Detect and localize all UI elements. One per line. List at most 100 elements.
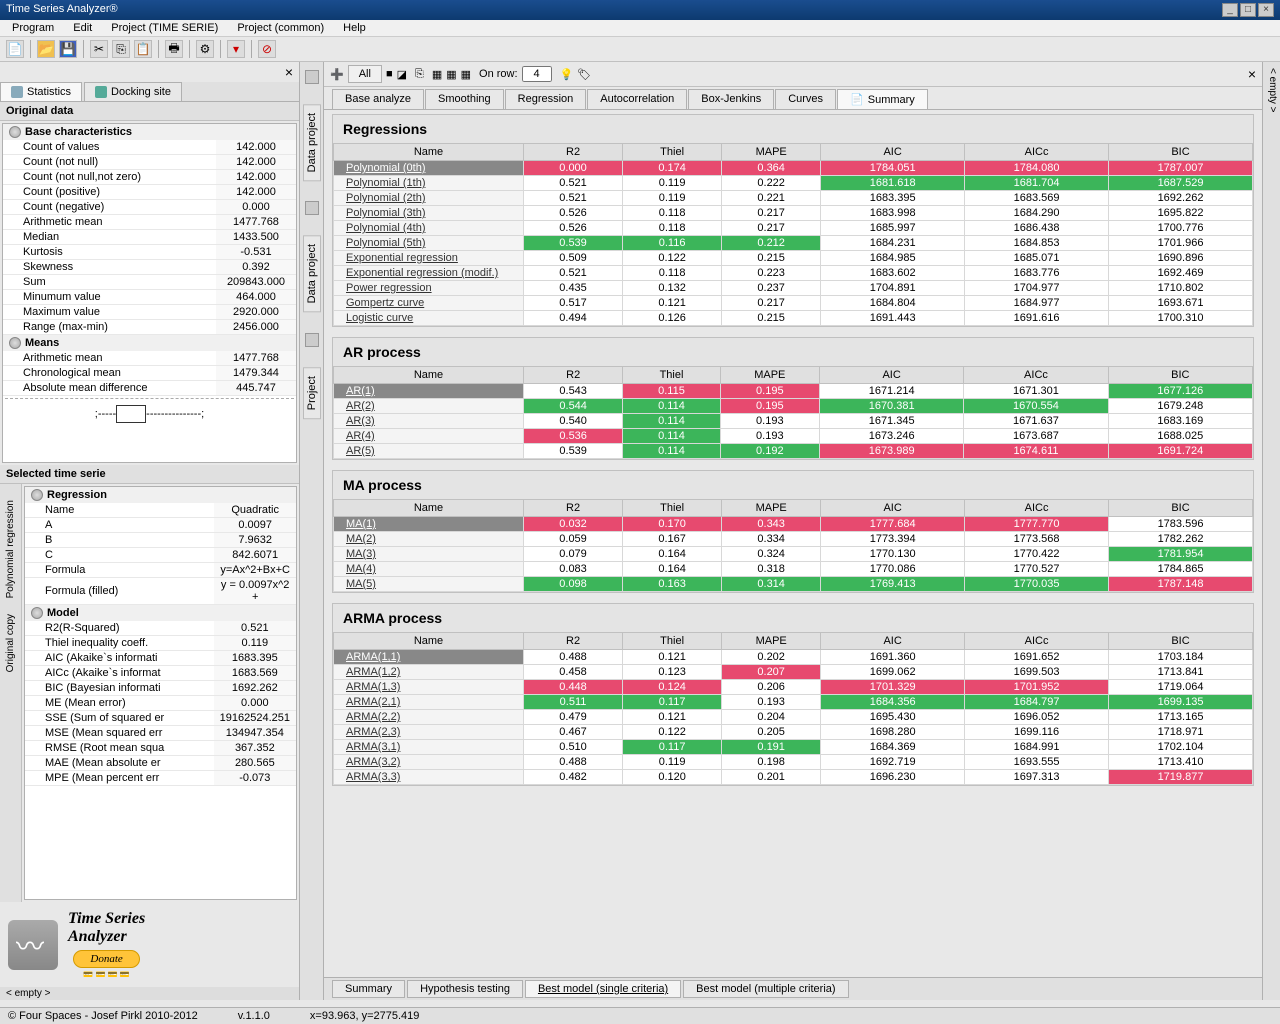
table-row[interactable]: Power regression0.4350.1320.2371704.8911… (334, 281, 1253, 296)
pdf-icon[interactable]: ▾ (227, 40, 245, 58)
col-header[interactable]: MAPE (720, 367, 819, 384)
table-row[interactable]: Polynomial (5th)0.5390.1160.2121684.2311… (334, 236, 1253, 251)
toggle2-icon[interactable]: ◪ (397, 68, 407, 81)
base-characteristics-header[interactable]: Base characteristics (3, 124, 296, 140)
table-row[interactable]: MA(4)0.0830.1640.3181770.0861770.5271784… (334, 562, 1253, 577)
donate-button[interactable]: Donate (73, 950, 139, 968)
close-button[interactable]: × (1258, 3, 1274, 17)
col-header[interactable]: BIC (1109, 144, 1253, 161)
table-row[interactable]: ARMA(1,2)0.4580.1230.2071699.0621699.503… (334, 665, 1253, 680)
col-header[interactable]: Thiel (623, 500, 722, 517)
all-button[interactable]: All (348, 65, 382, 83)
col-header[interactable]: R2 (524, 144, 623, 161)
col-header[interactable]: R2 (524, 367, 623, 384)
save-icon[interactable]: 💾 (59, 40, 77, 58)
col-header[interactable]: R2 (524, 633, 623, 650)
table-row[interactable]: MA(5)0.0980.1630.3141769.4131770.0351787… (334, 577, 1253, 592)
col-header[interactable]: AIC (819, 367, 963, 384)
col-header[interactable]: Name (334, 633, 524, 650)
tab-smoothing[interactable]: Smoothing (425, 89, 504, 109)
table-row[interactable]: Gompertz curve0.5170.1210.2171684.804168… (334, 296, 1253, 311)
bottom-tab-2[interactable]: Best model (single criteria) (525, 980, 681, 998)
table-row[interactable]: Exponential regression0.5090.1220.215168… (334, 251, 1253, 266)
close-icon[interactable]: × (1248, 66, 1256, 82)
add-icon[interactable]: ➕ (330, 68, 344, 81)
table-row[interactable]: MA(1)0.0320.1700.3431777.6841777.7701783… (334, 517, 1253, 532)
table-row[interactable]: AR(1)0.5430.1150.1951671.2141671.3011677… (334, 384, 1253, 399)
col-header[interactable]: AICc (965, 144, 1109, 161)
table-row[interactable]: ARMA(3,3)0.4820.1200.2011696.2301697.313… (334, 770, 1253, 785)
vtab-data-project-1[interactable]: Data project (303, 104, 321, 181)
tab-curves[interactable]: Curves (775, 89, 836, 109)
table-row[interactable]: Polynomial (3th)0.5260.1180.2171683.9981… (334, 206, 1253, 221)
col-header[interactable]: Thiel (623, 633, 722, 650)
regression-header[interactable]: Regression (25, 487, 296, 503)
col-header[interactable]: R2 (524, 500, 623, 517)
col-header[interactable]: MAPE (722, 500, 821, 517)
col-header[interactable]: Name (334, 144, 524, 161)
col-header[interactable]: BIC (1109, 633, 1253, 650)
cut-icon[interactable]: ✂ (90, 40, 108, 58)
col-header[interactable]: Name (334, 500, 524, 517)
menu-program[interactable]: Program (4, 20, 62, 36)
table-row[interactable]: Polynomial (0th)0.0000.1740.3641784.0511… (334, 161, 1253, 176)
grid3-icon[interactable]: ▦ (461, 68, 471, 81)
grid2-icon[interactable]: ▦ (446, 68, 456, 81)
table-row[interactable]: MA(3)0.0790.1640.3241770.1301770.4221781… (334, 547, 1253, 562)
col-header[interactable]: MAPE (722, 144, 821, 161)
col-header[interactable]: BIC (1109, 500, 1253, 517)
new-icon[interactable]: 📄 (6, 40, 24, 58)
vtab-project[interactable]: Project (303, 367, 321, 419)
table-row[interactable]: Polynomial (2th)0.5210.1190.2211683.3951… (334, 191, 1253, 206)
bottom-tab-1[interactable]: Hypothesis testing (407, 980, 523, 998)
sidecol-icon[interactable] (305, 333, 319, 347)
tab-base-analyze[interactable]: Base analyze (332, 89, 424, 109)
table-row[interactable]: AR(3)0.5400.1140.1931671.3451671.6371683… (334, 414, 1253, 429)
toggle-icon[interactable]: ■ (386, 68, 393, 80)
bulb-icon[interactable]: 💡 (560, 68, 574, 81)
sidecol-icon[interactable] (305, 70, 319, 84)
col-header[interactable]: AICc (964, 367, 1108, 384)
open-icon[interactable]: 📂 (37, 40, 55, 58)
table-row[interactable]: Polynomial (1th)0.5210.1190.2221681.6181… (334, 176, 1253, 191)
col-header[interactable]: Thiel (623, 367, 720, 384)
menu-project-ts[interactable]: Project (TIME SERIE) (103, 20, 226, 36)
model-header[interactable]: Model (25, 605, 296, 621)
sidecol-icon[interactable] (305, 201, 319, 215)
col-header[interactable]: Thiel (623, 144, 722, 161)
col-header[interactable]: AICc (965, 633, 1109, 650)
maximize-button[interactable]: □ (1240, 3, 1256, 17)
means-header[interactable]: Means (3, 335, 296, 351)
col-header[interactable]: AICc (965, 500, 1109, 517)
table-row[interactable]: ARMA(2,1)0.5110.1170.1931684.3561684.797… (334, 695, 1253, 710)
tag-icon[interactable]: 🏷 (577, 68, 591, 81)
copy-icon[interactable]: ⎘ (112, 40, 130, 58)
bottom-tab-3[interactable]: Best model (multiple criteria) (683, 980, 848, 998)
table-row[interactable]: Exponential regression (modif.)0.5210.11… (334, 266, 1253, 281)
col-header[interactable]: MAPE (722, 633, 821, 650)
vtab-original[interactable]: Original copy (4, 608, 17, 678)
minimize-button[interactable]: _ (1222, 3, 1238, 17)
tab-docking[interactable]: Docking site (84, 82, 182, 101)
col-header[interactable]: AIC (821, 633, 965, 650)
table-row[interactable]: ARMA(3,2)0.4880.1190.1981692.7191693.555… (334, 755, 1253, 770)
copy2-icon[interactable]: ⎘ (415, 68, 424, 81)
col-header[interactable]: AIC (821, 500, 965, 517)
tab-summary[interactable]: 📄Summary (837, 89, 928, 109)
vtab-polynomial[interactable]: Polynomial regression (4, 494, 17, 604)
col-header[interactable]: BIC (1108, 367, 1252, 384)
vtab-data-project-2[interactable]: Data project (303, 235, 321, 312)
table-row[interactable]: Logistic curve0.4940.1260.2151691.443169… (334, 311, 1253, 326)
stop-icon[interactable]: ⊘ (258, 40, 276, 58)
gear-icon[interactable]: ⚙ (196, 40, 214, 58)
table-row[interactable]: AR(2)0.5440.1140.1951670.3811670.5541679… (334, 399, 1253, 414)
onrow-input[interactable] (522, 66, 552, 82)
col-header[interactable]: AIC (821, 144, 965, 161)
grid1-icon[interactable]: ▦ (432, 68, 442, 81)
paste-icon[interactable]: 📋 (134, 40, 152, 58)
tab-autocorrelation[interactable]: Autocorrelation (587, 89, 687, 109)
col-header[interactable]: Name (334, 367, 524, 384)
table-row[interactable]: ARMA(1,1)0.4880.1210.2021691.3601691.652… (334, 650, 1253, 665)
table-row[interactable]: ARMA(3,1)0.5100.1170.1911684.3691684.991… (334, 740, 1253, 755)
tab-regression[interactable]: Regression (505, 89, 587, 109)
